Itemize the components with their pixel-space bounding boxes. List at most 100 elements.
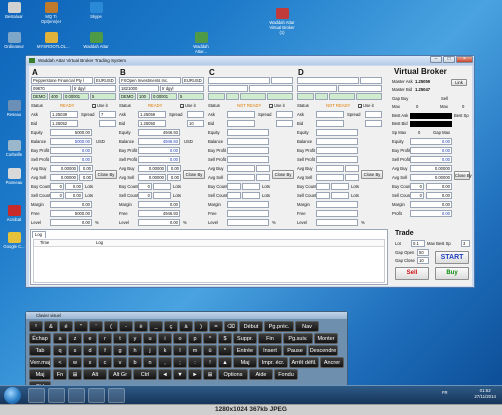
desktop-icon[interactable]: MYSROOTLOL...: [37, 32, 70, 49]
key[interactable]: u: [143, 333, 157, 344]
use-it-checkbox[interactable]: ✓Use it: [180, 102, 196, 109]
desktop-icon[interactable]: Ordinateur: [0, 32, 28, 49]
buy-button[interactable]: Buy: [435, 267, 469, 280]
use-it-checkbox[interactable]: ✓Use it: [92, 102, 108, 109]
key[interactable]: Aide: [249, 369, 273, 380]
desktop-icon[interactable]: Acrobat: [0, 205, 28, 222]
key[interactable]: n: [143, 357, 157, 368]
taskbar-explorer-icon[interactable]: [48, 388, 65, 403]
desktop-icon[interactable]: Google C...: [0, 232, 28, 249]
key[interactable]: _: [149, 321, 163, 332]
keyboard-title[interactable]: Clavier visuel: [26, 312, 347, 319]
key[interactable]: i: [158, 333, 172, 344]
login-field[interactable]: 09870: [31, 85, 71, 92]
key[interactable]: v: [113, 357, 127, 368]
taskbar-app-icon[interactable]: [88, 388, 105, 403]
log-col-log[interactable]: Log: [96, 240, 103, 246]
desktop-icon[interactable]: Waddah Attar Virtual Broker (1): [268, 8, 296, 35]
key[interactable]: ù: [203, 345, 217, 356]
login-field[interactable]: 1821000: [119, 85, 159, 92]
close-by-button[interactable]: Close By: [95, 170, 117, 179]
key[interactable]: Ancrer: [320, 357, 344, 368]
key[interactable]: ²: [29, 321, 43, 332]
close-by-button[interactable]: Close By: [361, 170, 383, 179]
key[interactable]: a: [53, 333, 67, 344]
key[interactable]: ⌫: [224, 321, 238, 332]
link-button[interactable]: Link: [451, 79, 467, 86]
key[interactable]: x: [83, 357, 97, 368]
key[interactable]: Nav: [295, 321, 319, 332]
account-name-field[interactable]: Pepperstone Financial Pty l: [31, 77, 93, 84]
log-tab[interactable]: Log: [32, 231, 46, 238]
desktop-icon[interactable]: Bestaluar: [0, 2, 28, 19]
gap-open-input[interactable]: 50: [417, 249, 429, 256]
key[interactable]: c: [98, 357, 112, 368]
key[interactable]: $: [218, 333, 232, 344]
key[interactable]: q: [53, 345, 67, 356]
key[interactable]: Options: [218, 369, 248, 380]
key[interactable]: à: [179, 321, 193, 332]
key[interactable]: Entrée: [233, 345, 257, 356]
symbol-field[interactable]: EURUSD: [182, 77, 204, 84]
close-by-button[interactable]: Close By: [272, 170, 294, 179]
use-it-checkbox[interactable]: ✓Use it: [358, 102, 374, 109]
key[interactable]: Tab: [29, 345, 51, 356]
key[interactable]: !: [203, 357, 217, 368]
desktop-icon[interactable]: Waddah Attar...: [187, 32, 215, 54]
sell-button[interactable]: Sell: [395, 267, 429, 280]
account-name-field[interactable]: [297, 77, 359, 84]
key[interactable]: Fn: [53, 369, 67, 380]
key[interactable]: Ctrl: [133, 369, 157, 380]
server-field[interactable]: [249, 85, 293, 92]
key[interactable]: -: [119, 321, 133, 332]
key[interactable]: ': [89, 321, 103, 332]
key[interactable]: Arrêt défil.: [289, 357, 319, 368]
key[interactable]: Maj: [233, 357, 257, 368]
key[interactable]: Pg.préc.: [264, 321, 294, 332]
key[interactable]: &: [44, 321, 58, 332]
gap-close-input[interactable]: 10: [417, 257, 429, 264]
server-field[interactable]: [338, 85, 382, 92]
start-button-orb[interactable]: [4, 387, 21, 404]
key[interactable]: g: [113, 345, 127, 356]
key[interactable]: è: [134, 321, 148, 332]
lot-input[interactable]: 0.1: [411, 240, 425, 247]
key[interactable]: Alt: [83, 369, 107, 380]
taskbar-keyboard-icon[interactable]: [108, 388, 125, 403]
key[interactable]: e: [83, 333, 97, 344]
login-field[interactable]: [208, 85, 248, 92]
key[interactable]: Descendre: [308, 345, 338, 356]
key[interactable]: ▲: [218, 357, 232, 368]
key[interactable]: Échap: [29, 333, 51, 344]
log-col-time[interactable]: Time: [40, 240, 49, 246]
taskbar-ie-icon[interactable]: [28, 388, 45, 403]
server-field[interactable]: tr dgyl: [160, 85, 204, 92]
account-name-field[interactable]: FXOpen Investments Inc.: [119, 77, 181, 84]
key[interactable]: l: [173, 345, 187, 356]
key[interactable]: y: [128, 333, 142, 344]
symbol-field[interactable]: [271, 77, 293, 84]
desktop-icon[interactable]: Skype: [82, 2, 110, 19]
desktop-icon[interactable]: Panneau: [0, 168, 28, 185]
key[interactable]: f: [98, 345, 112, 356]
symbol-field[interactable]: EURUSD: [94, 77, 116, 84]
taskbar-media-icon[interactable]: [68, 388, 85, 403]
close-by-button[interactable]: Close By: [183, 170, 205, 179]
key[interactable]: ;: [173, 357, 187, 368]
key[interactable]: k: [158, 345, 172, 356]
key[interactable]: Pause: [283, 345, 307, 356]
key[interactable]: (: [104, 321, 118, 332]
key[interactable]: b: [128, 357, 142, 368]
desktop-icon[interactable]: Reseau: [0, 100, 28, 117]
key[interactable]: Impr. écr.: [258, 357, 288, 368]
maximize-button[interactable]: □: [443, 56, 455, 63]
minimize-button[interactable]: –: [430, 56, 442, 63]
key[interactable]: ◄: [158, 369, 172, 380]
symbol-field[interactable]: [360, 77, 382, 84]
key[interactable]: Insert: [258, 345, 282, 356]
key[interactable]: ►: [188, 369, 202, 380]
use-it-checkbox[interactable]: ✓Use it: [269, 102, 285, 109]
key[interactable]: Fin: [258, 333, 282, 344]
key[interactable]: Alt Gr: [108, 369, 132, 380]
key[interactable]: Verr.maj: [29, 357, 51, 368]
